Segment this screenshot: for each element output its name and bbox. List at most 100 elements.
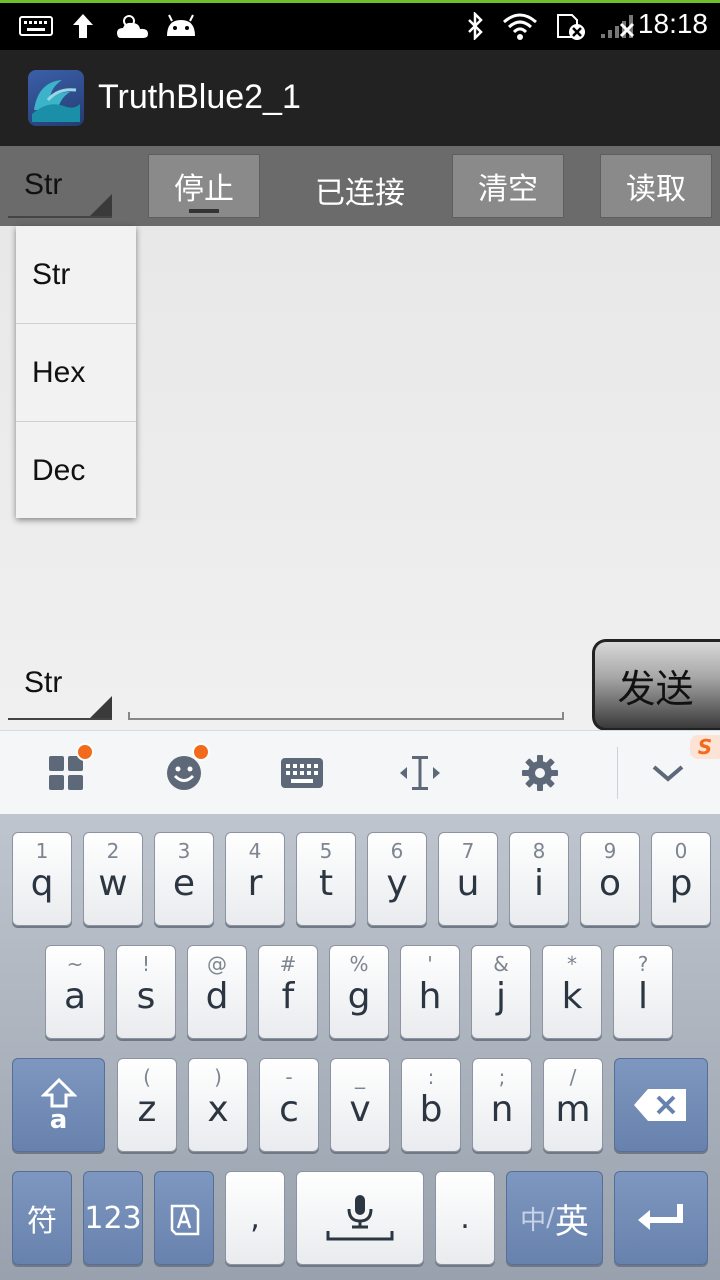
key-secondary-label: ) xyxy=(214,1065,222,1089)
key-primary-label: y xyxy=(386,863,408,904)
send-button[interactable]: 发送 xyxy=(592,639,720,731)
key-primary-label: c xyxy=(279,1089,299,1130)
key-z[interactable]: (z xyxy=(117,1058,177,1152)
key-secondary-label: 7 xyxy=(461,839,475,863)
read-button[interactable]: 读取 xyxy=(600,154,712,218)
shift-key[interactable]: a xyxy=(12,1058,105,1152)
receive-format-value: Str xyxy=(24,168,63,201)
key-i[interactable]: 8i xyxy=(509,832,569,926)
apps-grid-icon[interactable] xyxy=(44,743,94,795)
key-o[interactable]: 9o xyxy=(580,832,640,926)
period-key[interactable]: . xyxy=(435,1171,495,1265)
keyboard-layout-icon[interactable] xyxy=(280,751,324,795)
lang-en-label: 英 xyxy=(554,1201,589,1242)
key-secondary-label: 8 xyxy=(532,839,546,863)
language-switch-key[interactable] xyxy=(154,1171,214,1265)
key-primary-label: u xyxy=(456,863,480,904)
numbers-key[interactable]: 123 xyxy=(83,1171,143,1265)
key-secondary-label: 3 xyxy=(177,839,191,863)
key-s[interactable]: ! s xyxy=(116,945,176,1039)
notification-dot xyxy=(192,743,210,761)
key-secondary-label: ! xyxy=(141,952,151,976)
dropdown-option-str[interactable]: Str xyxy=(16,226,136,323)
chevron-down-icon[interactable] xyxy=(646,751,690,795)
key-d[interactable]: @ d xyxy=(187,945,247,1039)
send-text-input[interactable] xyxy=(128,640,564,720)
key-secondary-label: ( xyxy=(143,1065,151,1089)
dropdown-triangle-icon xyxy=(90,194,112,216)
key-u[interactable]: 7u xyxy=(438,832,498,926)
key-secondary-label: % xyxy=(349,952,369,976)
input-underline xyxy=(128,718,564,720)
spinner-underline xyxy=(8,216,112,218)
wifi-icon xyxy=(500,10,540,42)
toolbar-divider xyxy=(617,747,618,799)
key-secondary-label: 2 xyxy=(106,839,120,863)
send-button-label: 发送 xyxy=(617,666,694,711)
key-secondary-label: / xyxy=(569,1065,577,1089)
status-accent-line xyxy=(0,0,720,3)
key-l[interactable]: ? l xyxy=(613,945,673,1039)
key-b[interactable]: :b xyxy=(401,1058,461,1152)
key-primary-label: e xyxy=(172,863,196,904)
status-bar: 18:18 xyxy=(0,0,720,50)
key-v[interactable]: _ v xyxy=(330,1058,390,1152)
receive-format-spinner[interactable]: Str xyxy=(8,154,112,218)
app-title: TruthBlue2_1 xyxy=(98,78,301,116)
key-g[interactable]: % g xyxy=(329,945,389,1039)
key-secondary-label: 6 xyxy=(390,839,404,863)
key-primary-label: r xyxy=(247,863,263,904)
key-w[interactable]: 2w xyxy=(83,832,143,926)
clear-button[interactable]: 清空 xyxy=(452,154,564,218)
dropdown-option-dec[interactable]: Dec xyxy=(16,422,136,519)
key-secondary-label: 1 xyxy=(35,839,49,863)
key-a[interactable]: ~ a xyxy=(45,945,105,1039)
key-primary-label: h xyxy=(418,976,442,1017)
key-j[interactable]: & j xyxy=(471,945,531,1039)
text-cursor-icon[interactable] xyxy=(398,751,442,795)
key-primary-label: z xyxy=(137,1089,157,1130)
key-primary-label: w xyxy=(98,863,128,904)
cn-en-toggle-label: 中 / 英 xyxy=(507,1172,602,1264)
key-primary-label: a xyxy=(63,976,87,1017)
key-secondary-label: ~ xyxy=(66,952,84,976)
chinese-english-toggle-key[interactable]: 中 / 英 xyxy=(506,1171,603,1265)
key-x[interactable]: ) x xyxy=(188,1058,248,1152)
dropdown-option-hex[interactable]: Hex xyxy=(16,324,136,421)
key-p[interactable]: 0p xyxy=(651,832,711,926)
key-m[interactable]: / m xyxy=(543,1058,603,1152)
key-primary-label: b xyxy=(419,1089,443,1130)
stop-button[interactable]: 停止 xyxy=(148,154,260,218)
key-k[interactable]: * k xyxy=(542,945,602,1039)
key-e[interactable]: 3e xyxy=(154,832,214,926)
key-q[interactable]: 1q xyxy=(12,832,72,926)
key-n[interactable]: ; n xyxy=(472,1058,532,1152)
microphone-icon xyxy=(297,1172,423,1264)
key-secondary-label: ' xyxy=(427,952,433,976)
emoji-icon[interactable] xyxy=(162,743,210,795)
clock: 18:18 xyxy=(637,8,708,39)
enter-key[interactable] xyxy=(614,1171,708,1265)
read-button-label: 读取 xyxy=(626,172,686,207)
key-y[interactable]: 6y xyxy=(367,832,427,926)
spinner-underline xyxy=(8,718,112,720)
send-format-spinner[interactable]: Str xyxy=(8,656,112,720)
key-secondary-label: _ xyxy=(355,1065,365,1089)
action-bar: TruthBlue2_1 xyxy=(0,50,720,146)
key-c[interactable]: -c xyxy=(259,1058,319,1152)
backspace-key[interactable] xyxy=(614,1058,708,1152)
key-secondary-label: ; xyxy=(498,1065,506,1089)
key-f[interactable]: # f xyxy=(258,945,318,1039)
symbols-key[interactable]: 符 xyxy=(12,1171,72,1265)
space-voice-key[interactable] xyxy=(296,1171,424,1265)
key-primary-label: d xyxy=(205,976,229,1017)
backspace-icon xyxy=(615,1059,707,1151)
key-t[interactable]: 5t xyxy=(296,832,356,926)
key-primary-label: g xyxy=(347,976,371,1017)
key-h[interactable]: ' h xyxy=(400,945,460,1039)
key-r[interactable]: 4r xyxy=(225,832,285,926)
comma-key[interactable]: , xyxy=(225,1171,285,1265)
dropdown-triangle-icon xyxy=(90,696,112,718)
settings-gear-icon[interactable] xyxy=(518,751,562,795)
key-primary-label: j xyxy=(495,976,506,1017)
